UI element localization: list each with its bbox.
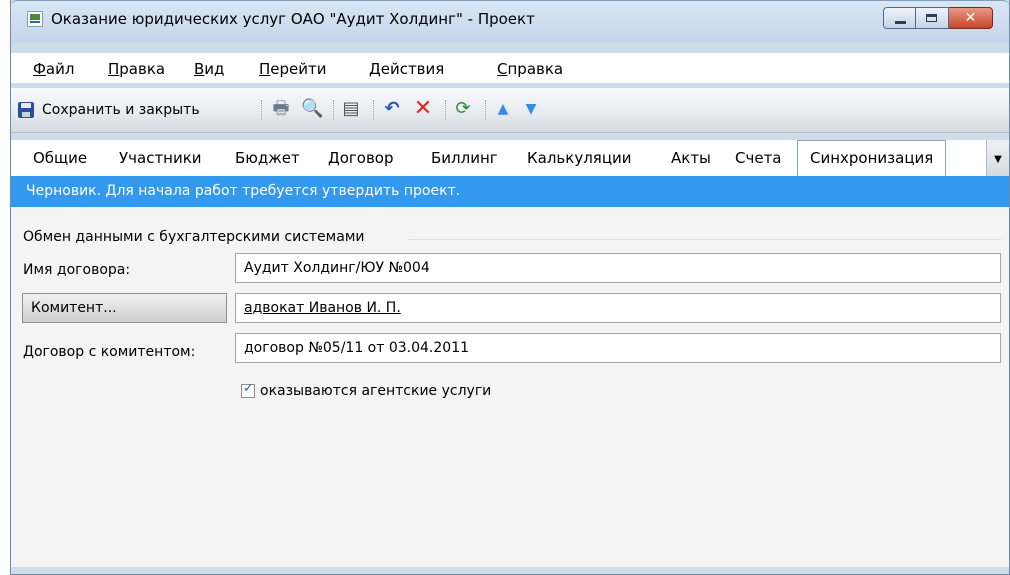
principal-button[interactable]: Комитент... [22,293,227,323]
principal-field[interactable]: адвокат Иванов И. П. [235,293,1001,323]
project-window: Оказание юридических услуг ОАО "Аудит Хо… [10,0,1010,575]
properties-icon[interactable]: ▤ [341,99,361,119]
previous-icon[interactable]: ▲ [493,99,513,119]
tab-participants[interactable]: Участники [119,149,202,167]
sync-panel: Обмен данными с бухгалтерскими системами… [11,207,1009,567]
print-icon[interactable]: 🖶 [271,99,291,119]
toolbar: Сохранить и закрыть 🖶 🔍 ▤ ↶ ✕ ⟳ ▲ ▼ [11,88,1009,133]
agency-services-row[interactable]: оказываются агентские услуги [241,381,492,399]
tab-overflow-button[interactable]: ▼ [986,140,1009,176]
agency-services-checkbox[interactable] [241,381,255,398]
next-icon[interactable]: ▼ [521,99,541,119]
undo-icon[interactable]: ↶ [382,99,402,119]
principal-link[interactable]: адвокат Иванов И. П. [244,300,401,316]
toolbar-separator [445,100,448,120]
tab-invoices[interactable]: Счета [735,149,782,167]
menu-actions[interactable]: Действия [369,60,444,78]
menu-help[interactable]: Справка [497,60,563,78]
menu-go[interactable]: Перейти [259,60,327,78]
tab-budget[interactable]: Бюджет [235,149,300,167]
tab-synchronization[interactable]: Синхронизация [797,140,947,177]
principal-contract-label: Договор с комитентом: [23,344,196,360]
agency-services-label: оказываются агентские услуги [260,383,492,399]
tab-strip: Общие Участники Бюджет Договор Биллинг К… [11,140,1009,177]
window-title: Оказание юридических услуг ОАО "Аудит Хо… [51,10,535,28]
principal-contract-field[interactable]: договор №05/11 от 03.04.2011 [235,333,1001,363]
group-title: Обмен данными с бухгалтерскими системами [23,229,365,245]
tab-billing[interactable]: Биллинг [431,149,498,167]
toolbar-separator [333,100,336,120]
print-preview-icon[interactable]: 🔍 [301,99,323,119]
close-button[interactable]: ✕ [949,7,993,29]
delete-icon[interactable]: ✕ [413,98,433,120]
save-and-close-button[interactable]: Сохранить и закрыть [18,99,200,121]
refresh-icon[interactable]: ⟳ [453,99,473,119]
document-form-icon [27,11,43,27]
save-icon [18,102,34,118]
toolbar-separator [485,100,488,120]
minimize-button[interactable] [883,7,916,29]
toolbar-separator [261,100,264,120]
status-banner: Черновик. Для начала работ требуется утв… [11,176,1009,207]
menu-view[interactable]: Вид [194,60,224,78]
toolbar-separator [373,100,376,120]
contract-name-label: Имя договора: [23,262,131,278]
menu-bar: Файл Правка Вид Перейти Действия Справка [11,53,1009,83]
menu-file[interactable]: Файл [33,60,74,78]
menu-edit[interactable]: Правка [108,60,165,78]
tab-general[interactable]: Общие [33,149,87,167]
title-bar[interactable]: Оказание юридических услуг ОАО "Аудит Хо… [11,0,1009,43]
close-icon: ✕ [964,10,977,26]
tab-calculations[interactable]: Калькуляции [527,149,632,167]
tab-acts[interactable]: Акты [671,149,711,167]
contract-name-field[interactable]: Аудит Холдинг/ЮУ №004 [235,253,1001,283]
tab-contract[interactable]: Договор [328,149,394,167]
save-and-close-label: Сохранить и закрыть [42,102,200,118]
chevron-down-icon: ▼ [994,154,1002,165]
maximize-button[interactable] [916,7,949,29]
window-controls: ✕ [883,7,993,29]
group-divider [409,239,1001,240]
